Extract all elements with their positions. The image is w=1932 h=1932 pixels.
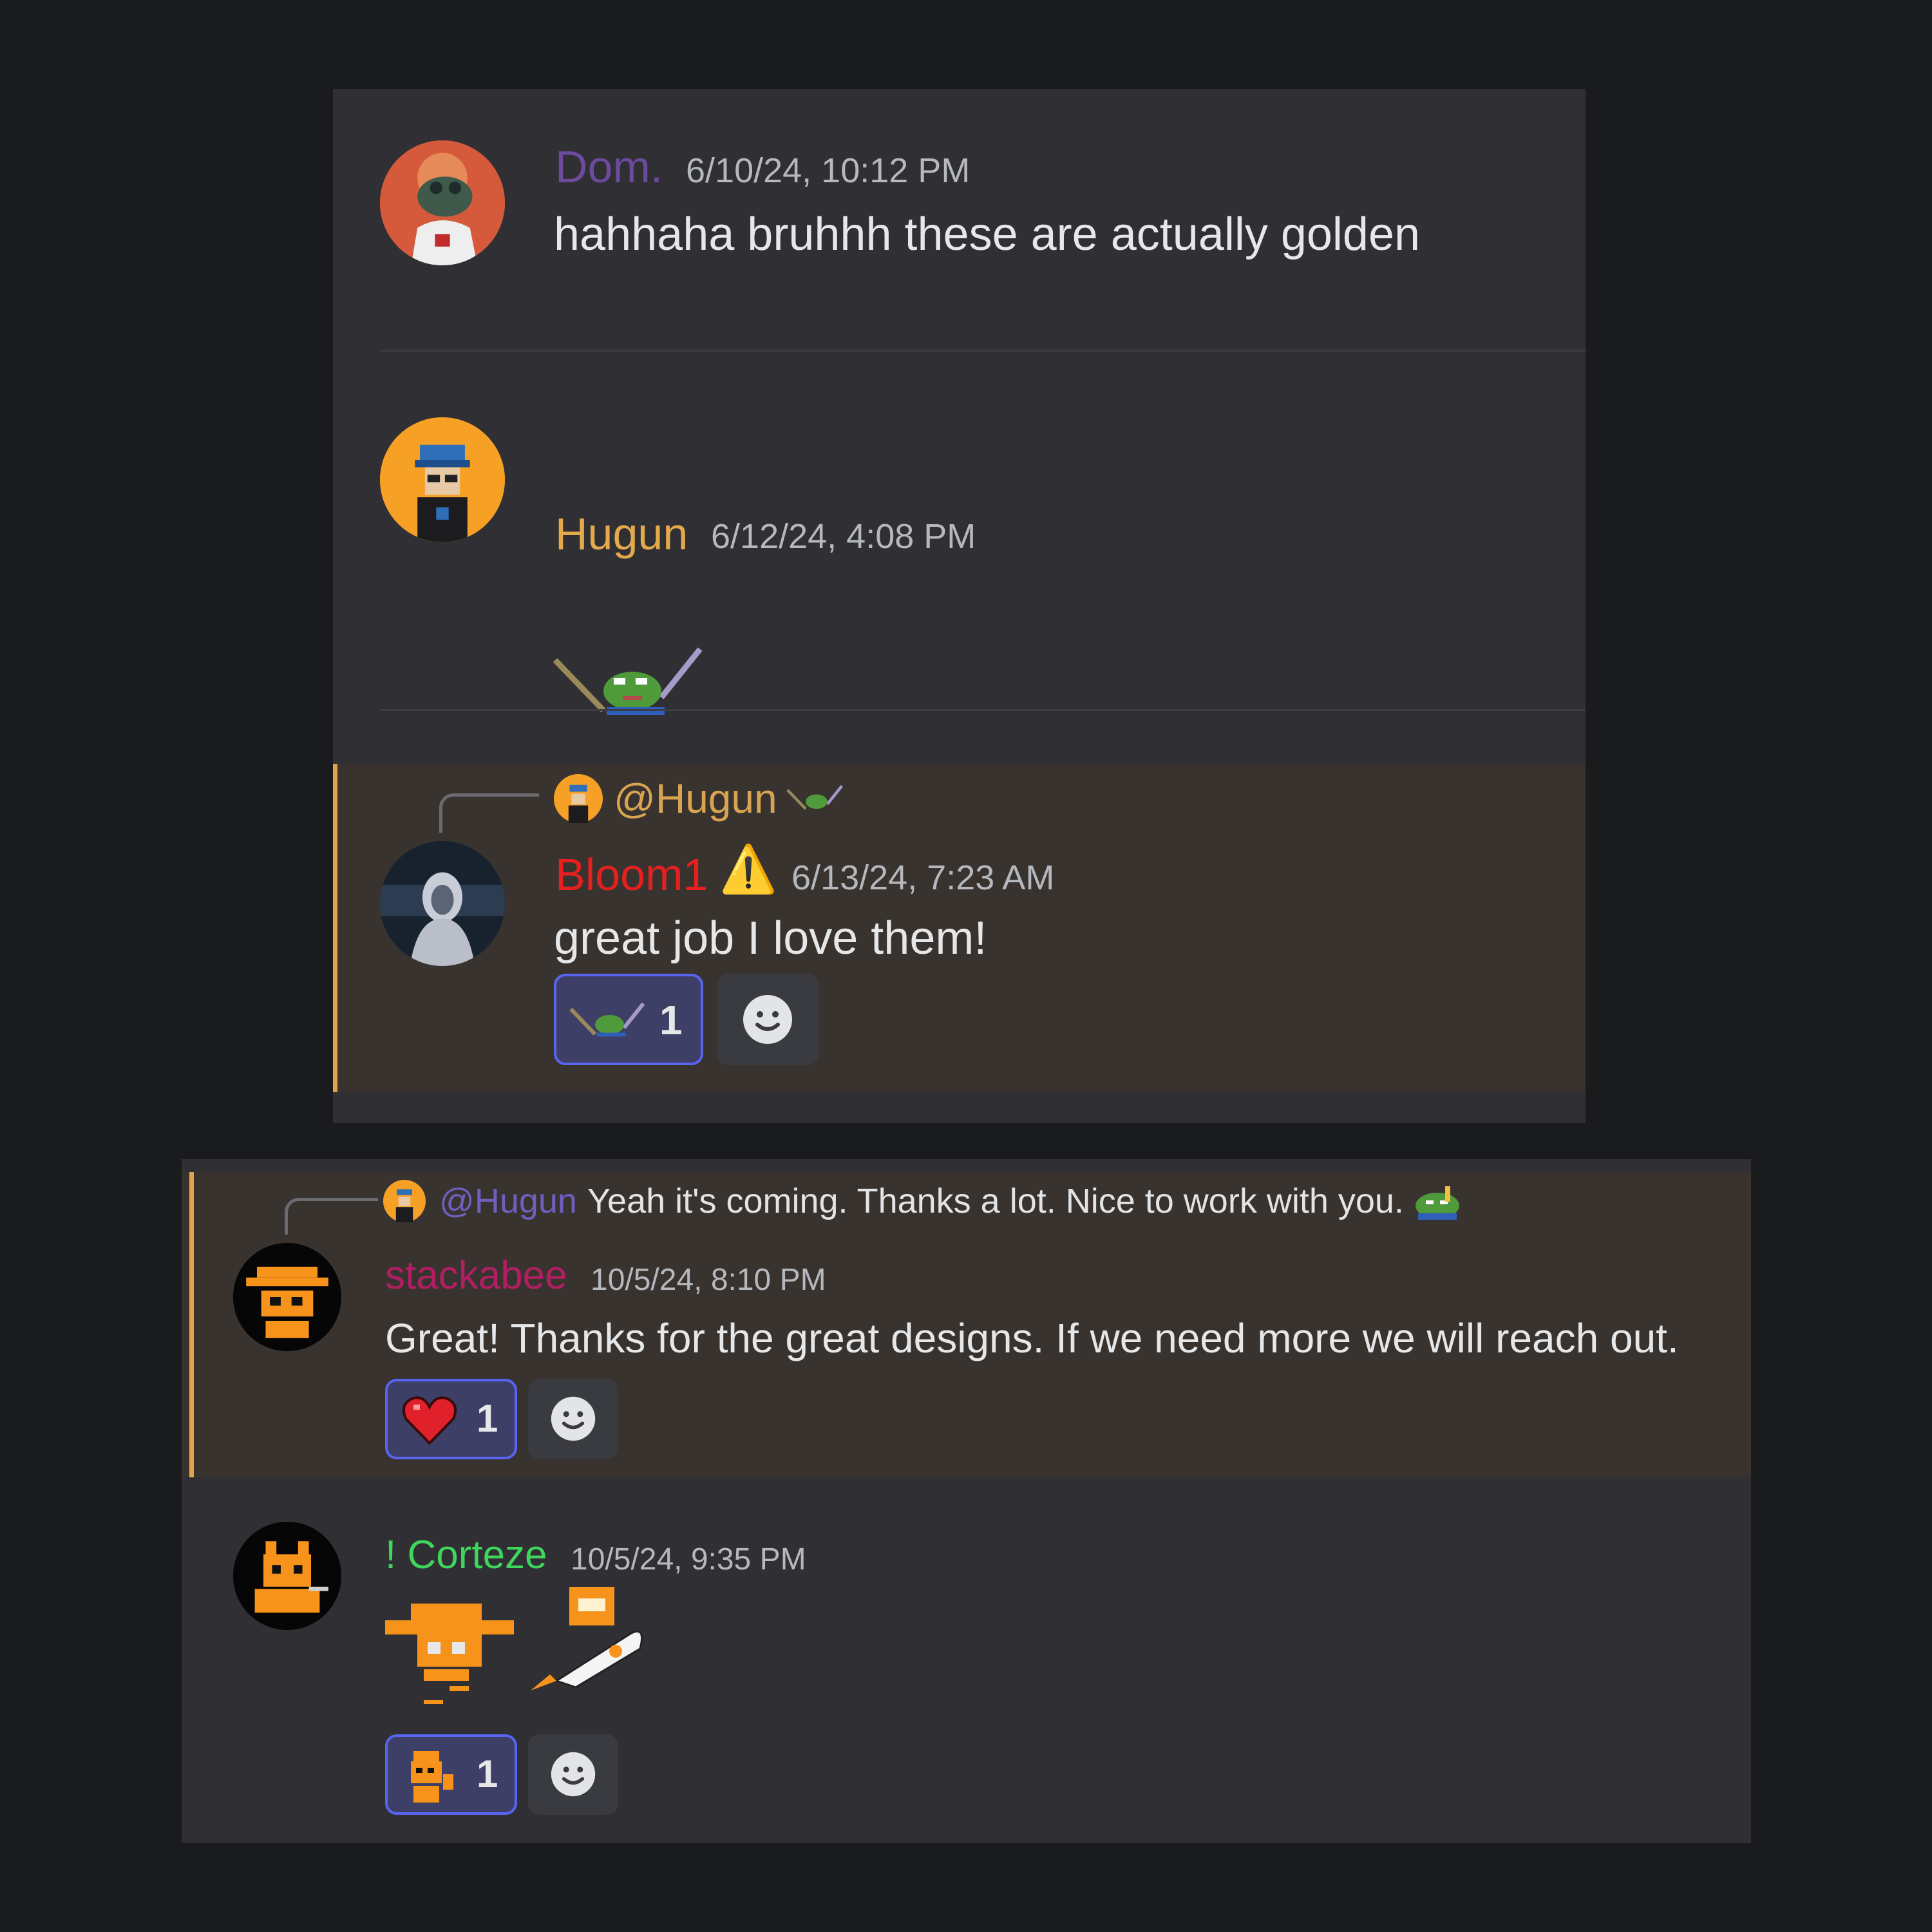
reaction-character-wave[interactable]: 1 [385, 1734, 517, 1815]
chat-panel-top: Dom. 6/10/24, 10:12 PM hahhaha bruhhh th… [333, 89, 1586, 1123]
reaction-count: 1 [477, 1397, 498, 1440]
message-text: hahhaha bruhhh these are actually golden [554, 209, 1421, 260]
reply-mention[interactable]: @Hugun [614, 778, 777, 819]
message-stackabee[interactable]: @Hugun Yeah it's coming. Thanks a lot. N… [182, 1172, 1751, 1477]
smile-icon [551, 1396, 596, 1441]
username[interactable]: Hugun [555, 511, 688, 556]
mention-highlight-bar [333, 764, 337, 1092]
reply-connector [285, 1198, 378, 1235]
avatar[interactable] [380, 140, 505, 265]
message-text: Great! Thanks for the great designs. If … [385, 1315, 1679, 1361]
timestamp: 6/12/24, 4:08 PM [711, 517, 976, 556]
reply-preview-text: Yeah it's coming. Thanks a lot. Nice to … [587, 1182, 1404, 1220]
reply-avatar[interactable] [383, 1180, 426, 1222]
rocket-character-emoji[interactable] [531, 1584, 653, 1694]
warning-badge: ⚠️ [719, 844, 777, 895]
timestamp: 6/10/24, 10:12 PM [686, 151, 971, 190]
message-hugun[interactable]: Hugun 6/12/24, 4:08 PM [333, 353, 1586, 797]
pepe-sword-emoji [786, 783, 844, 815]
character-wave-emoji [411, 1751, 453, 1803]
username[interactable]: stackabee [385, 1256, 567, 1296]
avatar[interactable] [380, 841, 505, 966]
message-text: great job I love them! [554, 913, 987, 964]
divider [380, 350, 1586, 352]
username[interactable]: ! Corteze [385, 1535, 547, 1575]
add-reaction-button[interactable] [528, 1379, 618, 1459]
reaction-heart[interactable]: 1 [385, 1379, 517, 1459]
add-reaction-button[interactable] [528, 1734, 618, 1815]
avatar[interactable] [233, 1243, 341, 1351]
mention-highlight-bar [189, 1172, 194, 1477]
smile-icon [551, 1752, 596, 1797]
hat-character-emoji[interactable] [385, 1597, 514, 1707]
message-bloom1[interactable]: @Hugun Bloom1 ⚠️ 6/13/24, 7:23 AM great … [333, 764, 1586, 1092]
message-dom[interactable]: Dom. 6/10/24, 10:12 PM hahhaha bruhhh th… [333, 89, 1586, 353]
reply-mention[interactable]: @Hugun [439, 1184, 577, 1218]
divider [380, 709, 1586, 711]
reply-connector [439, 793, 539, 833]
pepe-sword-emoji[interactable] [552, 646, 706, 723]
timestamp: 10/5/24, 8:10 PM [591, 1263, 826, 1297]
message-corteze[interactable]: ! Corteze 10/5/24, 9:35 PM 1 [182, 1494, 1751, 1842]
timestamp: 10/5/24, 9:35 PM [571, 1542, 806, 1577]
add-reaction-button[interactable] [717, 974, 819, 1065]
username[interactable]: Bloom1 [555, 852, 708, 897]
reply-avatar[interactable] [554, 774, 603, 823]
smile-icon [743, 995, 792, 1044]
reaction-count: 1 [477, 1752, 498, 1795]
pepe-pointing-emoji [1412, 1177, 1463, 1222]
chat-panel-bottom: @Hugun Yeah it's coming. Thanks a lot. N… [182, 1159, 1751, 1843]
username[interactable]: Dom. [555, 144, 663, 189]
timestamp: 6/13/24, 7:23 AM [791, 858, 1055, 897]
reaction-count: 1 [659, 997, 683, 1043]
avatar[interactable] [233, 1522, 341, 1630]
avatar[interactable] [380, 417, 505, 542]
heart-emoji [402, 1396, 457, 1445]
pepe-sword-emoji [569, 1002, 647, 1041]
reaction-pepe-sword[interactable]: 1 [554, 974, 703, 1065]
